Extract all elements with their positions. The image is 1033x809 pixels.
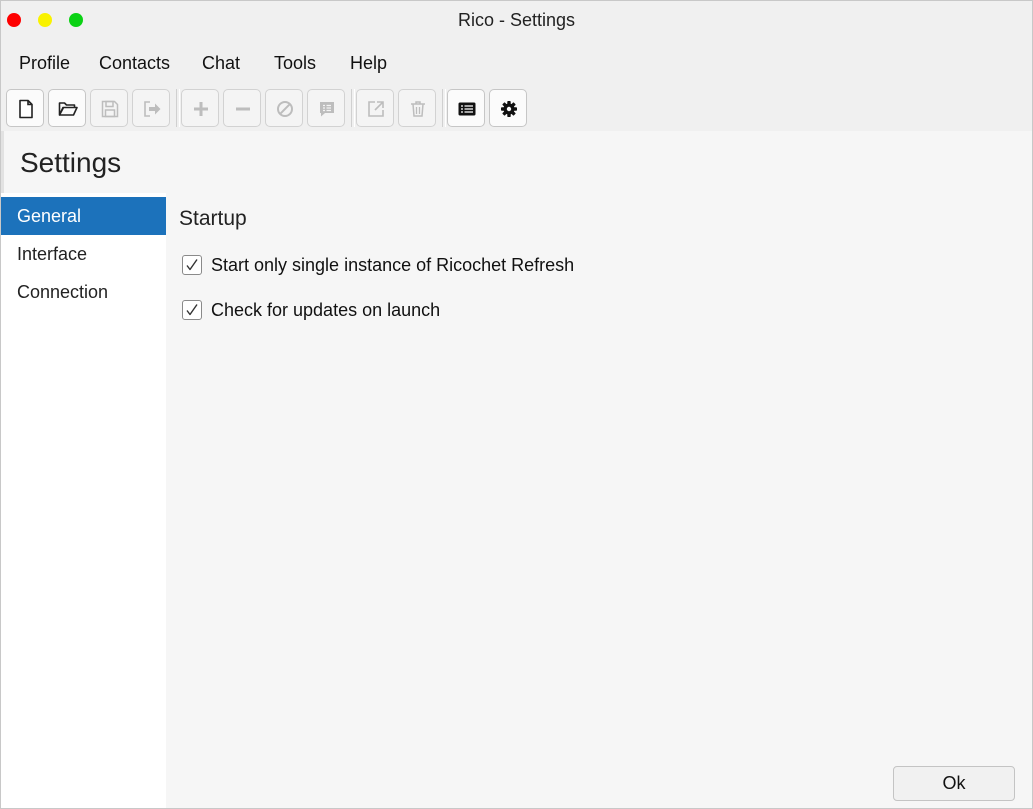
page-title: Settings: [20, 147, 122, 178]
settings-window: Rico - Settings Profile Contacts Chat To…: [0, 0, 1033, 809]
gear-icon: [501, 101, 517, 117]
toolbar-separator: [351, 89, 355, 127]
sidebar-item-connection[interactable]: Connection: [1, 273, 166, 311]
export-icon: [144, 101, 161, 117]
delete-button[interactable]: [398, 89, 436, 127]
menu-bar: Profile Contacts Chat Tools Help: [1, 39, 1032, 85]
ok-button[interactable]: Ok: [893, 766, 1015, 801]
open-folder-button[interactable]: [48, 89, 86, 127]
menu-contacts[interactable]: Contacts: [99, 53, 170, 74]
single-instance-checkbox[interactable]: [182, 255, 202, 275]
settings-content: Startup Start only single instance of Ri…: [166, 193, 1032, 808]
save-button[interactable]: [90, 89, 128, 127]
plus-icon: [194, 102, 208, 116]
settings-button[interactable]: [489, 89, 527, 127]
option-single-instance[interactable]: Start only single instance of Ricochet R…: [182, 252, 574, 278]
check-updates-checkbox[interactable]: [182, 300, 202, 320]
section-title: Startup: [179, 207, 247, 230]
menu-tools[interactable]: Tools: [274, 53, 316, 74]
block-icon: [277, 101, 293, 117]
new-file-icon: [19, 99, 33, 119]
menu-profile[interactable]: Profile: [19, 53, 70, 74]
single-instance-label: Start only single instance of Ricochet R…: [211, 254, 575, 275]
trash-icon: [411, 101, 425, 117]
check-updates-label: Check for updates on launch: [211, 299, 441, 320]
add-contact-button[interactable]: [181, 89, 219, 127]
checkmark-icon: [186, 304, 198, 316]
remove-contact-button[interactable]: [223, 89, 261, 127]
external-link-icon: [368, 101, 384, 117]
option-check-updates[interactable]: Check for updates on launch: [182, 297, 440, 323]
open-chat-button[interactable]: [307, 89, 345, 127]
export-button[interactable]: [132, 89, 170, 127]
external-link-button[interactable]: [356, 89, 394, 127]
settings-header: Settings: [1, 131, 1032, 193]
minus-icon: [236, 107, 250, 111]
title-bar: Rico - Settings: [1, 1, 1032, 39]
sidebar-item-general[interactable]: General: [1, 197, 166, 235]
new-file-button[interactable]: [6, 89, 44, 127]
list-view-button[interactable]: [447, 89, 485, 127]
window-title: Rico - Settings: [457, 10, 576, 30]
message-icon: [320, 102, 334, 117]
open-folder-icon: [58, 102, 78, 116]
settings-sidebar: General Interface Connection: [1, 193, 166, 808]
menu-chat[interactable]: Chat: [202, 53, 240, 74]
menu-help[interactable]: Help: [350, 53, 387, 74]
toolbar: [1, 85, 1032, 131]
toolbar-separator: [176, 89, 180, 127]
save-icon: [101, 100, 119, 118]
toolbar-separator: [442, 89, 446, 127]
list-icon: [458, 102, 476, 116]
block-contact-button[interactable]: [265, 89, 303, 127]
sidebar-item-interface[interactable]: Interface: [1, 235, 166, 273]
checkmark-icon: [186, 259, 198, 271]
